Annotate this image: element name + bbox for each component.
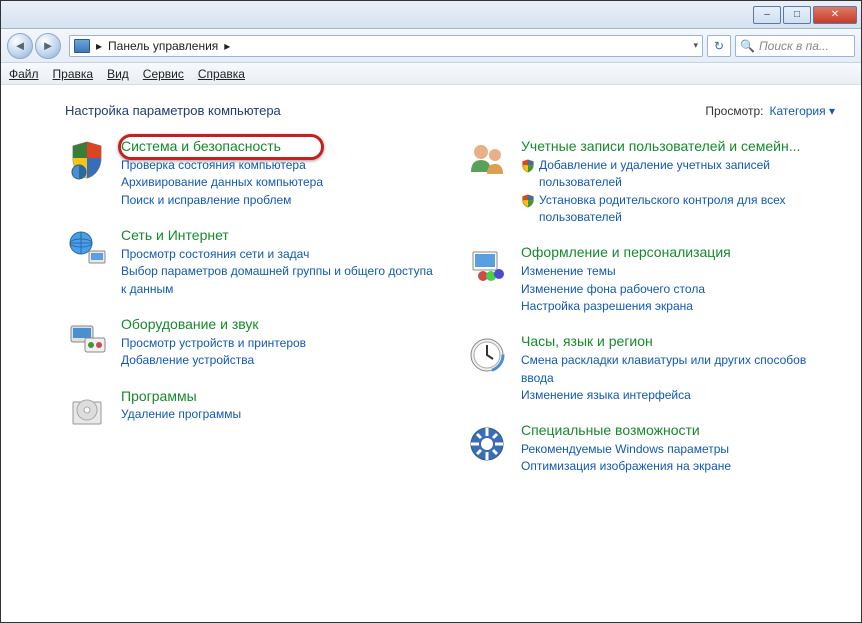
network-icon	[65, 227, 109, 271]
categories-left: Система и безопасность Проверка состояния…	[65, 138, 435, 494]
category-link[interactable]: Настройка разрешения экрана	[521, 298, 835, 315]
category-link[interactable]: Смена раскладки клавиатуры или других сп…	[521, 352, 835, 387]
content: Настройка параметров компьютера Просмотр…	[1, 85, 861, 622]
menu-file[interactable]: Файл	[9, 67, 39, 81]
category-link[interactable]: Изменение темы	[521, 263, 835, 280]
control-panel-icon	[74, 39, 90, 53]
search-placeholder: Поиск в па...	[759, 39, 829, 53]
view-by: Просмотр: Категория ▾	[705, 104, 835, 118]
breadcrumb-sep: ▸	[224, 39, 230, 53]
category-users: Учетные записи пользователей и семейн...…	[465, 138, 835, 226]
breadcrumb-sep: ▸	[96, 39, 102, 53]
category-clock: Часы, язык и регион Смена раскладки клави…	[465, 333, 835, 404]
category-link[interactable]: Просмотр состояния сети и задач	[121, 246, 435, 263]
category-link[interactable]: Поиск и исправление проблем	[121, 192, 435, 209]
category-link[interactable]: Удаление программы	[121, 406, 435, 423]
category-hardware: Оборудование и звук Просмотр устройств и …	[65, 316, 435, 370]
forward-button[interactable]: ►	[35, 33, 61, 59]
category-link[interactable]: Добавление и удаление учетных записей по…	[539, 157, 835, 192]
category-title[interactable]: Оборудование и звук	[121, 316, 435, 333]
category-link[interactable]: Установка родительского контроля для все…	[539, 192, 835, 227]
category-title[interactable]: Учетные записи пользователей и семейн...	[521, 138, 835, 155]
chevron-down-icon[interactable]: ▾	[693, 40, 698, 51]
category-title[interactable]: Система и безопасность	[121, 138, 435, 155]
category-link[interactable]: Архивирование данных компьютера	[121, 174, 435, 191]
category-title[interactable]: Оформление и персонализация	[521, 244, 835, 261]
shield-security-icon	[65, 138, 109, 182]
category-title[interactable]: Сеть и Интернет	[121, 227, 435, 244]
breadcrumb-text[interactable]: Панель управления	[108, 39, 218, 53]
navbar: ◄ ► ▸ Панель управления ▸ ▾ ↻ 🔍 Поиск в …	[1, 29, 861, 63]
back-button[interactable]: ◄	[7, 33, 33, 59]
titlebar: – □ ✕	[1, 1, 861, 29]
users-icon	[465, 138, 509, 182]
menu-tools[interactable]: Сервис	[143, 67, 184, 81]
category-appearance: Оформление и персонализация Изменение тем…	[465, 244, 835, 315]
menubar: Файл Правка Вид Сервис Справка	[1, 63, 861, 85]
category-title[interactable]: Программы	[121, 388, 435, 405]
category-network: Сеть и Интернет Просмотр состояния сети и…	[65, 227, 435, 298]
menu-help[interactable]: Справка	[198, 67, 245, 81]
category-shield-security: Система и безопасность Проверка состояния…	[65, 138, 435, 209]
category-link[interactable]: Оптимизация изображения на экране	[521, 458, 835, 475]
address-bar[interactable]: ▸ Панель управления ▸ ▾	[69, 35, 703, 57]
menu-view[interactable]: Вид	[107, 67, 129, 81]
search-input[interactable]: 🔍 Поиск в па...	[735, 35, 855, 57]
clock-icon	[465, 333, 509, 377]
category-title[interactable]: Специальные возможности	[521, 422, 835, 439]
menu-edit[interactable]: Правка	[53, 67, 94, 81]
programs-icon	[65, 388, 109, 432]
refresh-button[interactable]: ↻	[707, 35, 731, 57]
hardware-icon	[65, 316, 109, 360]
category-link[interactable]: Просмотр устройств и принтеров	[121, 335, 435, 352]
category-ease: Специальные возможности Рекомендуемые Win…	[465, 422, 835, 476]
category-link[interactable]: Выбор параметров домашней группы и общег…	[121, 263, 435, 298]
close-button[interactable]: ✕	[813, 6, 857, 24]
category-link[interactable]: Добавление устройства	[121, 352, 435, 369]
viewby-dropdown[interactable]: Категория ▾	[770, 104, 835, 118]
category-title[interactable]: Часы, язык и регион	[521, 333, 835, 350]
ease-icon	[465, 422, 509, 466]
category-link[interactable]: Проверка состояния компьютера	[121, 157, 435, 174]
minimize-button[interactable]: –	[753, 6, 781, 24]
search-icon: 🔍	[740, 39, 755, 53]
viewby-label: Просмотр:	[705, 104, 763, 118]
appearance-icon	[465, 244, 509, 288]
category-link[interactable]: Рекомендуемые Windows параметры	[521, 441, 835, 458]
category-programs: ПрограммыУдаление программы	[65, 388, 435, 432]
category-link[interactable]: Изменение фона рабочего стола	[521, 281, 835, 298]
categories-right: Учетные записи пользователей и семейн...…	[465, 138, 835, 494]
category-link[interactable]: Изменение языка интерфейса	[521, 387, 835, 404]
page-title: Настройка параметров компьютера	[65, 103, 281, 118]
maximize-button[interactable]: □	[783, 6, 811, 24]
